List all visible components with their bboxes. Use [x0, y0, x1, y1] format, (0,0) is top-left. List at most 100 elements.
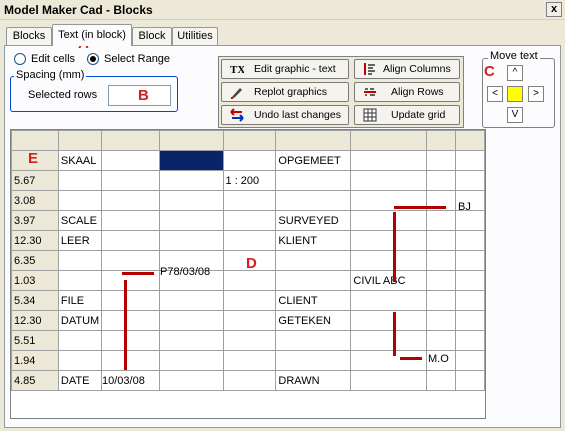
grid-cell[interactable] [350, 330, 428, 351]
grid-cell[interactable] [101, 230, 160, 251]
grid-cell[interactable] [455, 230, 485, 251]
grid-cell[interactable] [350, 230, 428, 251]
column-header[interactable] [57, 130, 103, 151]
row-header[interactable]: 5.51 [11, 330, 59, 351]
row-header[interactable]: 5.34 [11, 290, 59, 311]
grid-cell[interactable] [455, 250, 485, 271]
grid-cell[interactable] [350, 250, 428, 271]
grid-cell[interactable] [350, 150, 428, 171]
grid-cell[interactable] [57, 170, 103, 191]
grid-cell[interactable]: DATUM [57, 310, 103, 331]
grid-cell[interactable] [275, 170, 352, 191]
grid-cell[interactable] [455, 210, 485, 231]
grid-cell[interactable] [275, 350, 352, 371]
grid-cell[interactable] [455, 270, 485, 291]
column-header[interactable] [426, 130, 457, 151]
grid-cell[interactable] [101, 310, 160, 331]
grid-cell[interactable]: CIVIL ABC [350, 270, 428, 291]
grid-cell[interactable] [275, 330, 352, 351]
grid-cell[interactable] [455, 290, 485, 311]
grid-cell[interactable] [222, 150, 277, 171]
grid-cell[interactable]: CLIENT [275, 290, 352, 311]
grid-text-date[interactable]: 10/03/08 [102, 375, 145, 387]
grid-cell[interactable] [426, 210, 457, 231]
tab-block[interactable]: Block [132, 27, 172, 45]
grid-cell[interactable] [426, 230, 457, 251]
grid-cell[interactable] [455, 170, 485, 191]
close-button[interactable]: x [546, 2, 562, 17]
grid-cell[interactable] [275, 250, 352, 271]
column-header[interactable] [455, 130, 485, 151]
edit-graphic-text-button[interactable]: TXT Edit graphic - text [221, 59, 349, 79]
grid-cell[interactable] [158, 290, 224, 311]
grid-cell[interactable] [350, 310, 428, 331]
grid-cell[interactable] [222, 310, 277, 331]
column-header[interactable] [11, 130, 59, 151]
grid-text-mo[interactable]: M.O [428, 353, 449, 365]
row-header[interactable]: 3.08 [11, 190, 59, 211]
grid-cell[interactable] [222, 270, 277, 291]
grid-cell[interactable] [158, 370, 224, 391]
row-header[interactable]: 4.85 [11, 370, 59, 391]
grid-cell[interactable] [158, 190, 224, 211]
grid-cell[interactable] [101, 190, 160, 211]
move-right-button[interactable]: > [528, 86, 544, 102]
grid-cell[interactable] [222, 210, 277, 231]
row-header[interactable]: 12.30 [11, 230, 59, 251]
grid-cell[interactable] [158, 310, 224, 331]
column-header[interactable] [275, 130, 352, 151]
grid-cell[interactable] [222, 370, 277, 391]
grid-cell[interactable] [350, 290, 428, 311]
grid-cell[interactable]: KLIENT [275, 230, 352, 251]
grid-cell[interactable] [158, 210, 224, 231]
grid-cell[interactable] [158, 330, 224, 351]
align-columns-button[interactable]: Align Columns [354, 59, 460, 79]
column-header[interactable] [101, 130, 160, 151]
grid-cell[interactable] [57, 270, 103, 291]
grid-cell[interactable] [350, 350, 428, 371]
grid-cell[interactable] [426, 150, 457, 171]
grid-cell[interactable] [455, 350, 485, 371]
grid-cell[interactable] [158, 350, 224, 371]
grid-cell[interactable] [101, 150, 160, 171]
grid-cell[interactable] [426, 250, 457, 271]
grid-cell[interactable]: DATE [57, 370, 103, 391]
row-header[interactable]: 1.94 [11, 350, 59, 371]
column-header[interactable] [158, 130, 224, 151]
column-header[interactable] [350, 130, 428, 151]
row-header[interactable]: 3.97 [11, 210, 59, 231]
grid-cell[interactable] [222, 350, 277, 371]
grid-cell[interactable] [101, 330, 160, 351]
grid-cell[interactable] [101, 250, 160, 271]
grid-cell[interactable] [275, 270, 352, 291]
grid-cell[interactable] [222, 190, 277, 211]
grid-cell[interactable]: SKAAL [57, 150, 103, 171]
row-header[interactable]: 1.03 [11, 270, 59, 291]
undo-button[interactable]: Undo last changes [221, 105, 349, 125]
grid-cell[interactable] [222, 230, 277, 251]
tab-blocks[interactable]: Blocks [6, 27, 52, 45]
grid-cell[interactable] [57, 350, 103, 371]
grid-cell[interactable] [101, 350, 160, 371]
grid-cell[interactable] [350, 170, 428, 191]
grid-cell[interactable] [350, 370, 428, 391]
row-header[interactable]: 12.30 [11, 310, 59, 331]
grid-text-bj[interactable]: BJ [458, 201, 471, 213]
grid-cell[interactable] [275, 190, 352, 211]
grid-cell[interactable] [57, 330, 103, 351]
grid-cell[interactable]: SCALE [57, 210, 103, 231]
edit-cells-radio[interactable] [14, 53, 26, 65]
grid-cell[interactable] [455, 310, 485, 331]
grid-cell[interactable] [158, 150, 224, 171]
grid-cell[interactable] [426, 310, 457, 331]
grid-cell[interactable] [426, 270, 457, 291]
grid-cell[interactable] [57, 250, 103, 271]
grid-cell[interactable]: FILE [57, 290, 103, 311]
replot-graphics-button[interactable]: Replot graphics [221, 82, 349, 102]
move-down-button[interactable]: V [507, 107, 523, 123]
move-left-button[interactable]: < [487, 86, 503, 102]
tab-text-in-block[interactable]: Text (in block) [52, 24, 132, 46]
grid-cell[interactable] [158, 230, 224, 251]
grid-cell[interactable] [101, 170, 160, 191]
grid-cell[interactable] [222, 330, 277, 351]
